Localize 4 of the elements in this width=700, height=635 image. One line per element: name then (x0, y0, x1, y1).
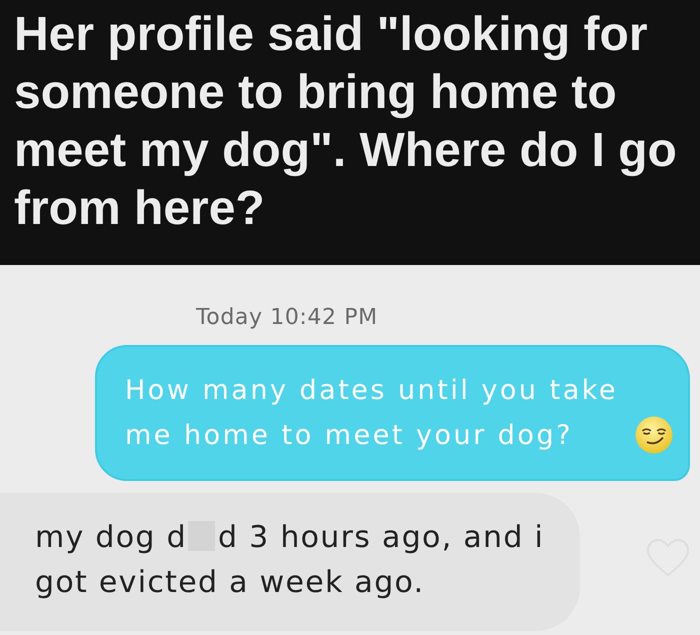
timestamp: Today 10:42 PM (196, 305, 378, 331)
message-text: my dog d d 3 hours ago, and i got evicted a week ago. (35, 519, 546, 602)
message-text: How many dates until you take me home to meet your dog? (125, 374, 620, 453)
post-title: Her profile said "looking for someone to bring home to meet my dog". Where do I go from here? (14, 7, 678, 237)
